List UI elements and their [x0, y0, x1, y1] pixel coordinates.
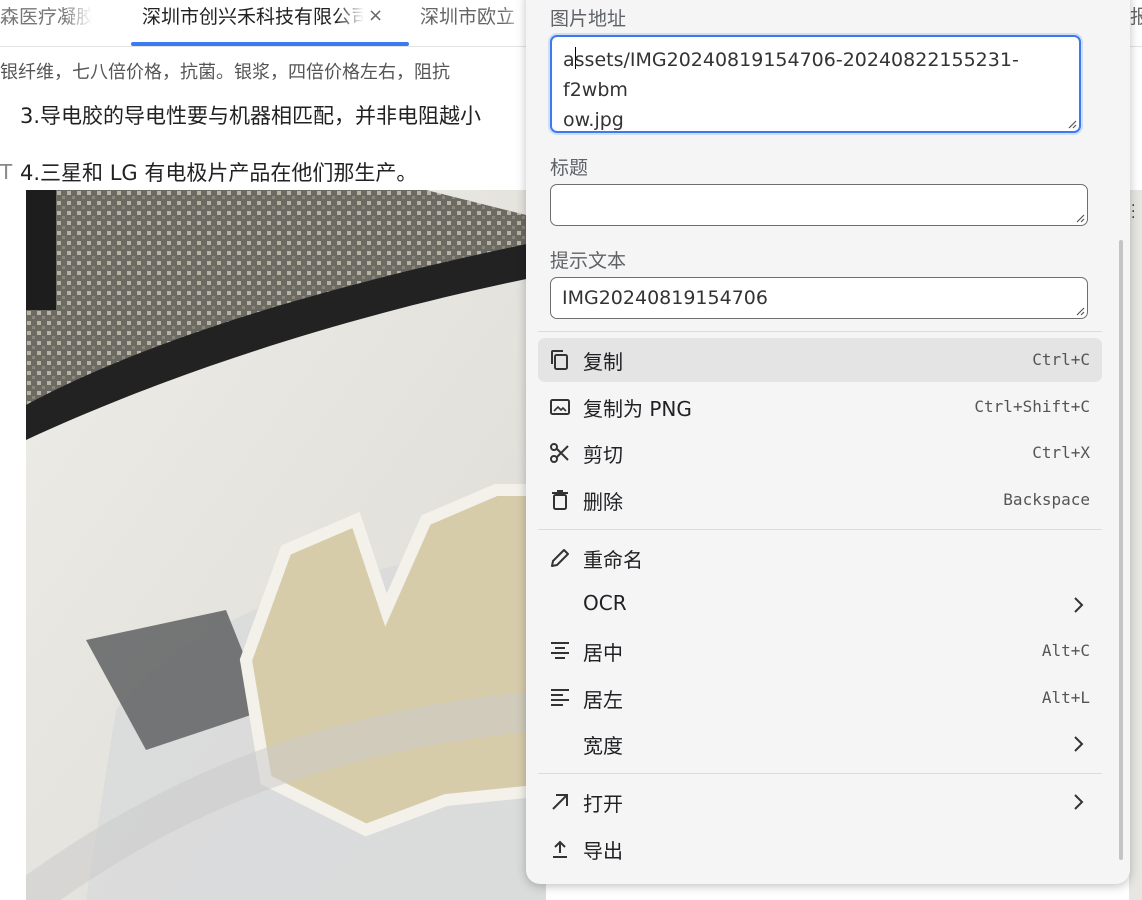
menu-item-label: 删除 — [583, 490, 623, 514]
menu-item-label: 剪切 — [583, 443, 623, 467]
document-image[interactable] — [26, 190, 546, 900]
menu-divider — [538, 529, 1102, 530]
shortcut-hint: Ctrl+C — [1032, 350, 1090, 369]
more-options-icon[interactable]: · · · — [1131, 199, 1135, 225]
doc-paragraph: 银纤维，七八倍价格，抗菌。银浆，四倍价格左右，阻抗 — [0, 62, 450, 83]
menu-item-label: 居中 — [583, 641, 623, 665]
menu-item-copy-as-png[interactable]: 复制为 PNG Ctrl+Shift+C — [538, 385, 1102, 429]
alt-text-label: 提示文本 — [550, 250, 627, 272]
export-icon — [553, 840, 567, 858]
menu-divider — [538, 331, 1102, 332]
active-tab-indicator — [131, 42, 409, 46]
menu-item-ocr[interactable]: OCR — [538, 583, 1102, 627]
shortcut-hint: Ctrl+Shift+C — [974, 397, 1090, 416]
resize-handle-icon[interactable] — [1067, 119, 1077, 129]
image-url-field[interactable]: assets/IMG20240819154706-20240822155231-… — [550, 35, 1081, 133]
tab-chuangxinghe[interactable]: 深圳市创兴禾科技有限公司 — [142, 0, 364, 46]
menu-item-label: OCR — [583, 591, 627, 615]
chevron-right-icon — [1074, 597, 1084, 613]
menu-item-cut[interactable]: 剪切 Ctrl+X — [538, 431, 1102, 475]
tab-label: 报 — [1130, 6, 1142, 28]
shortcut-hint: Alt+L — [1041, 688, 1090, 707]
menu-item-rename[interactable]: 重命名 — [538, 536, 1102, 580]
pencil-icon — [551, 549, 569, 567]
chevron-right-icon — [1074, 794, 1084, 810]
menu-item-copy[interactable]: 复制 Ctrl+C — [538, 338, 1102, 382]
align-center-icon — [551, 642, 569, 659]
doc-list-item-4: 4.三星和 LG 有电极片产品在他们那生产。 — [20, 161, 418, 185]
menu-item-label: 宽度 — [583, 734, 623, 758]
menu-item-label: 复制为 PNG — [583, 397, 692, 421]
menu-item-label: 居左 — [583, 688, 623, 712]
menu-item-align-left[interactable]: 居左 Alt+L — [538, 676, 1102, 720]
copy-icon — [551, 350, 568, 370]
background-image-edge — [1129, 190, 1142, 900]
alt-text-field[interactable]: IMG20240819154706 — [550, 277, 1088, 319]
tab-close-icon[interactable]: × — [368, 4, 383, 28]
shortcut-hint: Backspace — [1003, 490, 1090, 509]
align-left-icon — [551, 689, 569, 706]
menu-divider — [538, 773, 1102, 774]
chevron-right-icon — [1074, 736, 1084, 752]
photo-illustration — [26, 190, 546, 900]
image-context-menu: 图片地址 assets/IMG20240819154706-2024082215… — [526, 0, 1130, 884]
trash-icon — [552, 490, 568, 510]
image-url-label: 图片地址 — [550, 8, 627, 30]
shortcut-hint: Ctrl+X — [1032, 443, 1090, 462]
doc-list-item-3: 3.导电胶的导电性要与机器相匹配，并非电阻越小 — [20, 104, 482, 128]
image-icon — [550, 399, 570, 415]
menu-item-export[interactable]: 导出 — [538, 827, 1102, 871]
tab-medical-gel[interactable]: 森医疗凝胶 — [0, 0, 92, 46]
resize-handle-icon[interactable] — [1075, 213, 1085, 223]
image-url-value: ssets/IMG20240819154706-20240822155231-f… — [563, 49, 1019, 101]
tab-label: 森医疗凝胶 — [0, 6, 92, 28]
menu-item-label: 重命名 — [583, 548, 643, 572]
resize-handle-icon[interactable] — [1075, 306, 1085, 316]
menu-item-label: 导出 — [583, 839, 623, 863]
menu-item-width[interactable]: 宽度 — [538, 722, 1102, 766]
shortcut-hint: Alt+C — [1041, 641, 1090, 660]
scissors-icon — [550, 443, 569, 463]
menu-item-label: 打开 — [583, 792, 623, 816]
menu-item-delete[interactable]: 删除 Backspace — [538, 478, 1102, 522]
tab-overflow[interactable]: 报 — [1130, 0, 1142, 46]
image-url-first-char: a — [563, 49, 575, 71]
menu-scrollbar[interactable] — [1119, 240, 1123, 860]
tab-label: 深圳市创兴禾科技有限公司 — [142, 6, 364, 28]
image-url-value-line2: ow.jpg — [563, 109, 624, 131]
title-field[interactable] — [550, 184, 1088, 226]
open-external-icon — [552, 794, 568, 810]
menu-item-open[interactable]: 打开 — [538, 780, 1102, 824]
menu-item-align-center[interactable]: 居中 Alt+C — [538, 629, 1102, 673]
menu-item-label: 复制 — [583, 350, 623, 374]
tab-ouli[interactable]: 深圳市欧立 — [420, 0, 530, 46]
title-label: 标题 — [550, 157, 589, 179]
alt-text-value: IMG20240819154706 — [562, 287, 768, 309]
block-type-marker[interactable]: T — [0, 160, 12, 184]
tab-label: 深圳市欧立 — [420, 6, 516, 28]
